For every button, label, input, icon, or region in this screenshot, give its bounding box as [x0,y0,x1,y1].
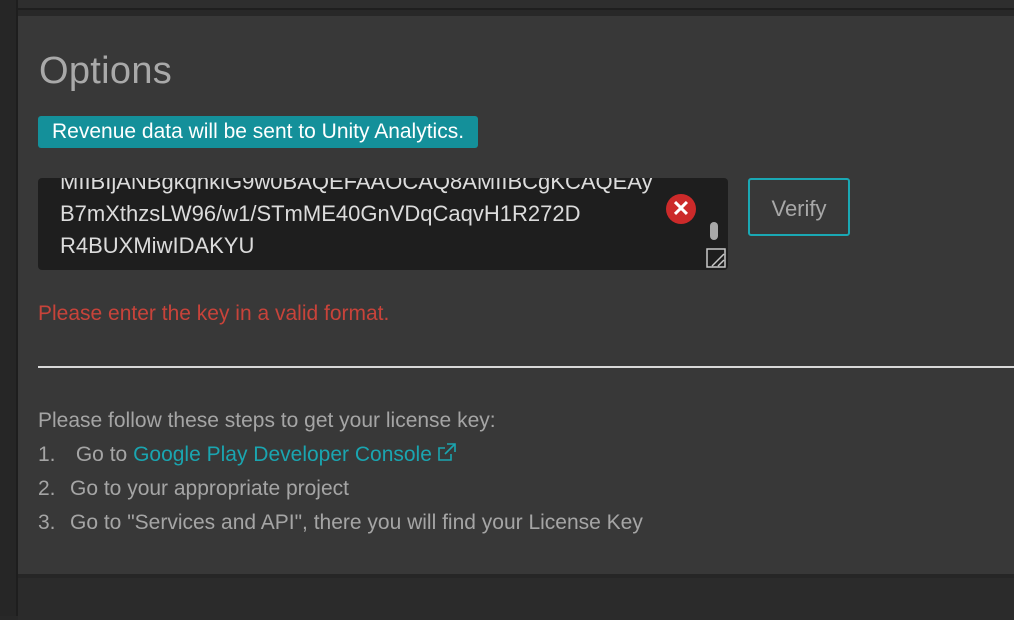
step-2: 2. Go to your appropriate project [38,472,643,506]
section-title: Options [39,50,173,92]
step-3: 3. Go to "Services and API", there you wi… [38,506,643,540]
analytics-info-badge: Revenue data will be sent to Unity Analy… [38,116,479,148]
top-panel-strip [18,0,1014,10]
step-1: 1. Go to Google Play Developer Console [38,438,643,472]
instructions-intro: Please follow these steps to get your li… [38,409,496,432]
license-instructions: Please follow these steps to get your li… [38,404,643,540]
key-line-2: R4BUXMiwIDAKYU [60,233,255,258]
left-rail [0,0,18,616]
key-partial-line: MIIBIjANBgkqhkiG9w0BAQEFAAOCAQ8AMIIBCgKC… [60,178,653,194]
key-line-1: B7mXthzsLW96/w1/STmME40GnVDqCaqvH1R272D [60,201,581,226]
link-label[interactable]: Google Play Developer Console [133,443,432,466]
bottom-panel-strip [18,574,1014,620]
divider [38,366,1014,368]
license-key-textarea[interactable]: MIIBIjANBgkqhkiG9w0BAQEFAAOCAQ8AMIIBCgKC… [38,178,728,270]
license-key-value[interactable]: MIIBIjANBgkqhkiG9w0BAQEFAAOCAQ8AMIIBCgKC… [60,178,660,262]
step-number: 2. [38,477,56,500]
resize-handle-icon[interactable] [706,248,726,268]
key-format-error: Please enter the key in a valid format. [38,302,390,325]
step-text: Go to [75,443,128,466]
verify-button[interactable]: Verify [748,178,850,236]
external-link-icon[interactable] [436,441,458,463]
google-play-console-link[interactable]: Google Play Developer Console [133,443,458,466]
textarea-scrollbar[interactable] [710,222,718,240]
step-number: 1. [38,443,56,466]
step-text: Go to "Services and API", there you will… [70,511,643,534]
step-text: Go to your appropriate project [70,477,349,500]
step-number: 3. [38,511,56,534]
error-x-icon[interactable]: ✕ [666,194,696,224]
options-panel: Options Revenue data will be sent to Uni… [18,16,1014,574]
